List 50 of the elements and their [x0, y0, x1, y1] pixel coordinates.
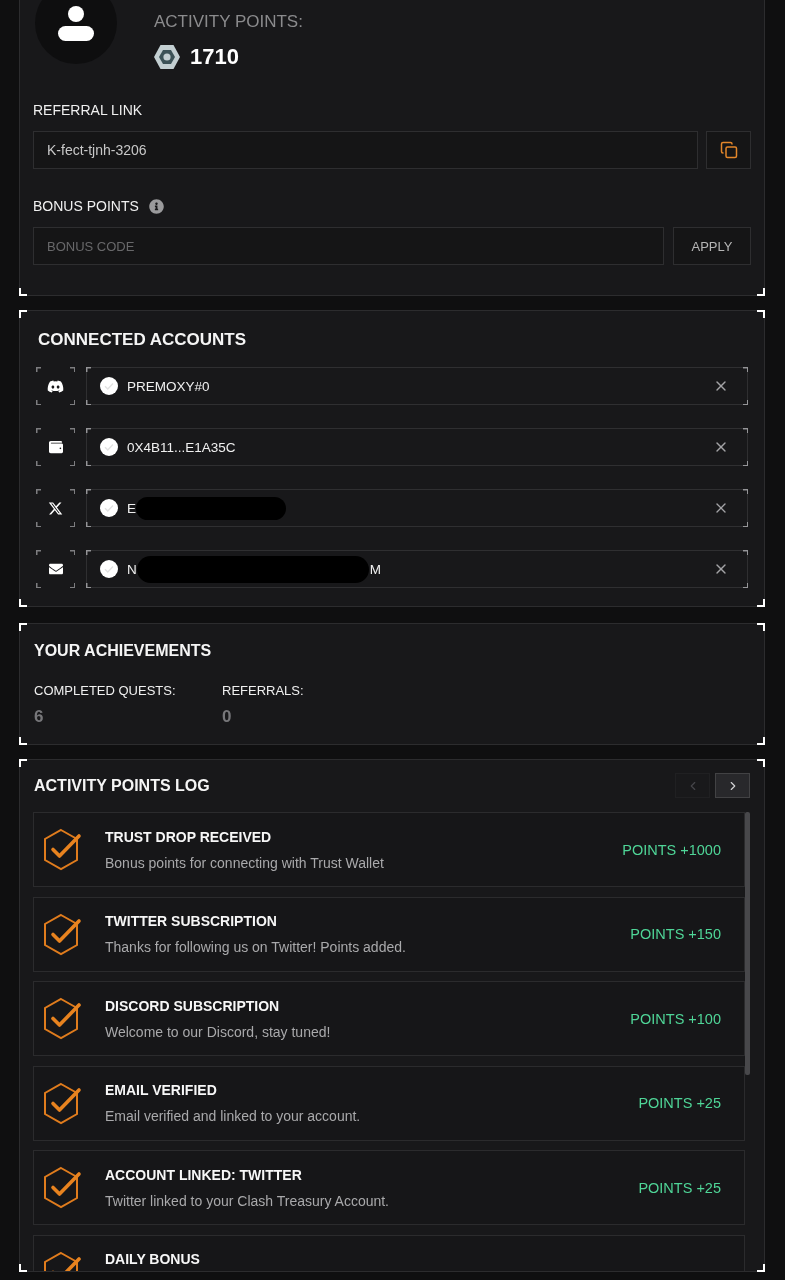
entry-title: ACCOUNT LINKED: TWITTER [105, 1165, 303, 1184]
account-name: 0X4B11...E1A35C [127, 439, 236, 455]
bonus-code-field[interactable]: BONUS CODE [33, 227, 664, 265]
check-circle-icon [100, 560, 118, 578]
referral-label: REFERRAL LINK [33, 101, 143, 119]
stat-value: 6 [34, 707, 45, 727]
entry-points: POINTS +25 [638, 1179, 721, 1196]
section-title: ACTIVITY POINTS LOG [34, 776, 210, 796]
entry-title: TWITTER SUBSCRIPTION [105, 912, 278, 931]
points-label: ACTIVITY POINTS: [154, 12, 303, 32]
check-circle-icon [100, 499, 118, 517]
hexagon-check-icon [42, 912, 82, 956]
section-title: YOUR ACHIEVEMENTS [34, 641, 213, 661]
copy-button[interactable] [706, 131, 751, 169]
section-title: CONNECTED ACCOUNTS [38, 329, 248, 351]
entry-points: POINTS +100 [630, 1010, 721, 1027]
entry-description: Twitter linked to your Clash Treasury Account. [105, 1191, 389, 1210]
account-name: E [127, 500, 136, 516]
account-name: N [127, 561, 137, 577]
check-circle-icon [100, 377, 118, 395]
entry-points: POINTS +150 [630, 926, 721, 943]
entry-title: EMAIL VERIFIED [105, 1081, 218, 1100]
scrollbar-thumb[interactable] [745, 812, 750, 1075]
entry-description: Thanks for following us on Twitter! Points added. [105, 938, 406, 957]
referral-link-field[interactable]: K-fect-tjnh-3206 [33, 131, 698, 169]
hexagon-check-icon [42, 828, 82, 871]
stat-value: 0 [222, 707, 233, 727]
copy-icon [719, 141, 738, 159]
stat-label: COMPLETED QUESTS: [34, 683, 177, 699]
hexagon-check-icon [42, 1081, 82, 1125]
entry-title: DISCORD SUBSCRIPTION [105, 996, 281, 1015]
person-icon [58, 5, 94, 41]
points-value: 1710 [190, 44, 239, 70]
entry-points: POINTS +25 [638, 1095, 721, 1112]
bonus-points-label: BONUS POINTS [33, 197, 139, 215]
hexagon-coin-icon [154, 45, 180, 69]
entry-description: Bonus points for connecting with Trust Wallet [105, 853, 384, 872]
apply-button[interactable]: APPLY [673, 227, 751, 265]
entry-title: DAILY BONUS [105, 1250, 200, 1269]
stat-label: REFERRALS: [222, 683, 305, 699]
hexagon-check-icon [42, 997, 82, 1041]
hexagon-check-icon [42, 1166, 82, 1210]
account-name: PREMOXY#0 [127, 378, 210, 394]
entry-description: Welcome to our Discord, stay tuned! [105, 1022, 331, 1041]
entry-description: Email verified and linked to your account. [105, 1107, 361, 1126]
check-circle-icon [100, 438, 118, 456]
entry-points: POINTS +1000 [622, 841, 721, 858]
info-icon[interactable] [148, 198, 164, 214]
entry-title: TRUST DROP RECEIVED [105, 827, 273, 846]
account-name: M [369, 561, 381, 577]
